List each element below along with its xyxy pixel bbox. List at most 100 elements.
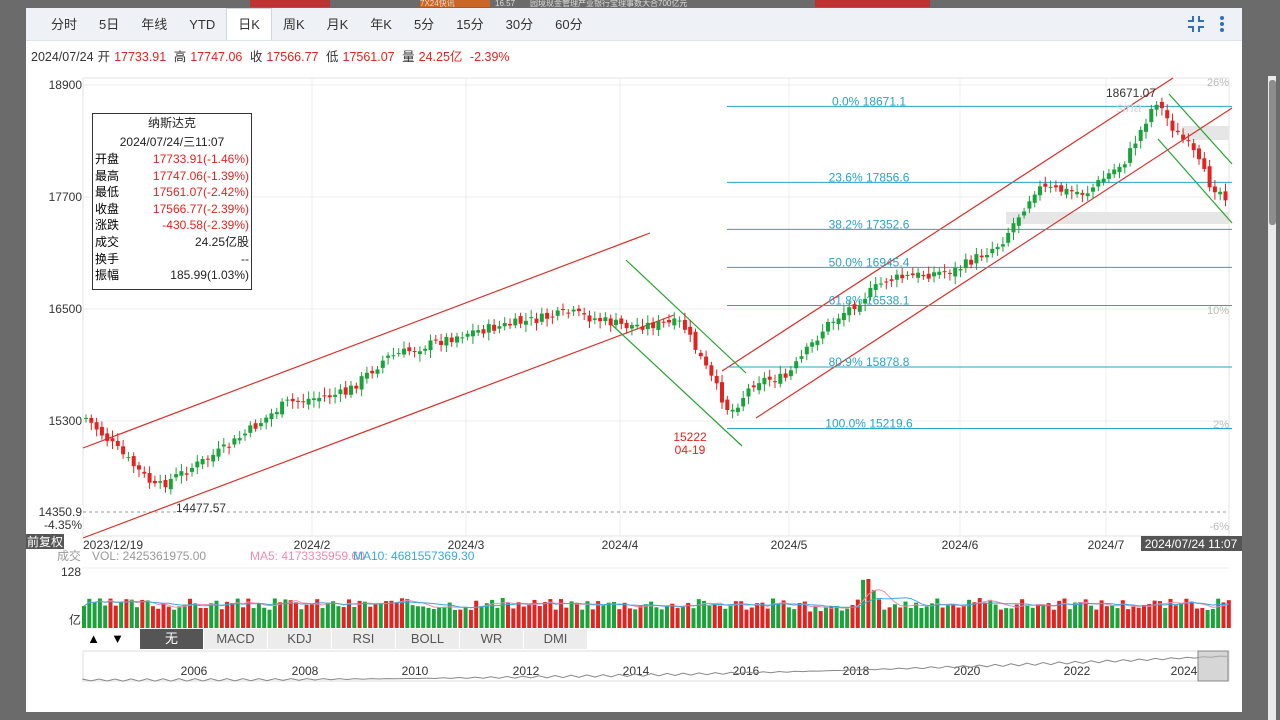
candle-body bbox=[1016, 217, 1021, 226]
candle-body bbox=[667, 319, 671, 323]
candle-body bbox=[603, 317, 608, 322]
overview-year-label: 2024 bbox=[1171, 664, 1198, 678]
candle-body bbox=[704, 356, 709, 366]
candle-body bbox=[502, 322, 507, 327]
indicator-tab[interactable]: BOLL bbox=[396, 629, 460, 649]
candle-body bbox=[783, 373, 788, 378]
indicator-tab[interactable]: MACD bbox=[204, 629, 268, 649]
volume-bar bbox=[161, 603, 166, 628]
candle-body bbox=[974, 254, 979, 264]
volume-bar bbox=[198, 607, 203, 628]
tooltip-row-value: 17561.07(-2.42%) bbox=[152, 185, 249, 200]
candle-body bbox=[1064, 188, 1069, 195]
candle-body bbox=[301, 401, 306, 403]
volume-bar bbox=[516, 602, 521, 628]
volume-bar bbox=[590, 609, 595, 628]
volume-bar bbox=[919, 607, 924, 628]
up-arrow-icon[interactable]: ▲ bbox=[82, 629, 106, 649]
adjust-label: 前复权 bbox=[27, 534, 63, 549]
tooltip-row-label: 收盘 bbox=[95, 201, 120, 216]
volume-bar bbox=[256, 603, 261, 628]
candle-body bbox=[751, 385, 756, 388]
volume-bar bbox=[246, 598, 251, 628]
volume-bar bbox=[177, 606, 182, 628]
volume-bar bbox=[585, 601, 590, 628]
candle-body bbox=[1191, 143, 1196, 151]
volume-bar bbox=[150, 606, 155, 628]
candle-body bbox=[900, 274, 905, 279]
volume-bar bbox=[574, 602, 579, 628]
candle-body bbox=[582, 313, 587, 315]
volume-bar bbox=[580, 609, 585, 628]
candle-body bbox=[264, 417, 269, 423]
candle-body bbox=[566, 312, 571, 314]
candle-body bbox=[688, 326, 693, 335]
volume-bar bbox=[193, 603, 198, 628]
indicator-tab[interactable]: 无 bbox=[140, 629, 204, 649]
volume-bar bbox=[961, 605, 966, 628]
banner-news[interactable]: 园境现金管理产业银行宝理事数大合700亿元 bbox=[530, 0, 770, 7]
volume-bar bbox=[1094, 609, 1099, 628]
indicator-tab[interactable]: KDJ bbox=[268, 629, 332, 649]
tooltip-row: 最低 17561.07(-2.42%) bbox=[93, 184, 251, 201]
volume-bar bbox=[129, 599, 134, 628]
candle-body bbox=[810, 342, 815, 347]
banner-ad[interactable] bbox=[815, 0, 930, 7]
indicator-tab[interactable]: DMI bbox=[524, 629, 588, 649]
candle-body bbox=[1032, 194, 1037, 203]
candle-body bbox=[481, 329, 486, 334]
candle-body bbox=[985, 254, 989, 258]
tooltip-row-value: 17733.91(-1.46%) bbox=[152, 152, 249, 166]
candle-body bbox=[137, 465, 141, 470]
volume-bar bbox=[362, 601, 367, 628]
candle-body bbox=[455, 336, 459, 343]
volume-bar bbox=[718, 605, 722, 628]
overview-window-handle[interactable] bbox=[1197, 650, 1229, 682]
right-pct-label: 10% bbox=[1207, 305, 1229, 317]
volume-bar bbox=[368, 606, 373, 628]
candle-body bbox=[889, 279, 894, 281]
volume-bar bbox=[182, 604, 187, 628]
candle-body bbox=[550, 316, 555, 318]
down-arrow-icon[interactable]: ▼ bbox=[106, 629, 130, 649]
indicator-tab[interactable]: WR bbox=[460, 629, 524, 649]
tooltip-row: 最高 17747.06(-1.39%) bbox=[93, 168, 251, 185]
volume-bar bbox=[670, 603, 675, 628]
tooltip-row-value: 17566.77(-2.39%) bbox=[152, 201, 249, 216]
chart-card: 分时 5日 年线 YTD 日K 周K 月K 年K 5分 15分 30分 60分 2024/07/24 开… bbox=[26, 8, 1242, 712]
candle-body bbox=[905, 274, 910, 276]
current-value: 14350.9 bbox=[39, 505, 83, 519]
candle-body bbox=[571, 309, 576, 312]
volume-bar bbox=[1009, 608, 1014, 628]
volume-bar bbox=[866, 579, 871, 628]
volume-bar bbox=[839, 610, 844, 628]
candle-body bbox=[523, 320, 528, 325]
page-scrollbar-thumb[interactable] bbox=[1269, 80, 1276, 225]
candle-body bbox=[131, 456, 136, 467]
candle-body bbox=[306, 398, 311, 405]
candle-body bbox=[338, 389, 343, 395]
candle-body bbox=[248, 425, 253, 433]
volume-bar bbox=[1147, 603, 1152, 628]
volume-bar bbox=[410, 605, 415, 628]
volume-bar bbox=[1115, 608, 1120, 628]
volume-bar bbox=[691, 608, 696, 628]
candle-body bbox=[258, 423, 263, 427]
indicator-tab[interactable]: RSI bbox=[332, 629, 396, 649]
overview-year-label: 2022 bbox=[1064, 664, 1091, 678]
candle-body bbox=[402, 348, 406, 355]
candle-body bbox=[868, 287, 873, 298]
candle-body bbox=[926, 273, 931, 279]
candle-body bbox=[444, 336, 449, 346]
candle-body bbox=[465, 333, 470, 337]
banner-badge[interactable]: 7X24快讯 bbox=[420, 0, 490, 7]
banner-ticker: 16.57 bbox=[495, 0, 516, 7]
candle-body bbox=[725, 399, 730, 410]
volume-bar bbox=[203, 607, 208, 628]
shade-zone bbox=[1182, 126, 1229, 140]
volume-bar bbox=[325, 602, 330, 628]
volume-bar bbox=[935, 598, 940, 628]
candle-body bbox=[121, 446, 126, 455]
volume-bar bbox=[871, 589, 876, 628]
volume-bar bbox=[983, 602, 987, 628]
